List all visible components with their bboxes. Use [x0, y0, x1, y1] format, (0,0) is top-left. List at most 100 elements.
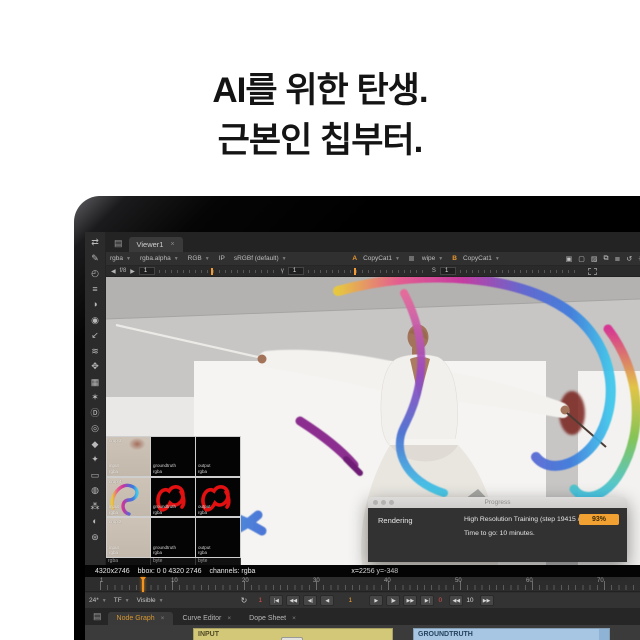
bottom-tab[interactable]: Dope Sheet × — [240, 612, 305, 625]
current-frame-field[interactable]: 1 — [344, 595, 356, 606]
monitor-out-icon[interactable]: ▣ — [566, 255, 573, 263]
input-a-dropdown[interactable]: A CopyCat1 ▼ — [352, 255, 400, 262]
channels-stack-icon[interactable]: ≣ — [614, 255, 620, 263]
tab-viewer1[interactable]: Viewer1 × — [129, 237, 183, 252]
timeline-ruler[interactable]: 110203040506070 — [85, 577, 640, 592]
out-frame-field[interactable]: 0 — [434, 595, 446, 606]
goto-end-button[interactable]: ▶| — [420, 595, 434, 606]
refresh-icon[interactable]: ↺ — [626, 255, 632, 263]
skip-fwd-button[interactable]: ▶▶ — [480, 595, 494, 606]
wipe-mode-dropdown[interactable]: wipe ▼ — [422, 255, 443, 262]
close-icon[interactable]: × — [170, 241, 174, 248]
channel-dropdown[interactable]: rgba ▼ — [110, 255, 131, 262]
gain-prev-button[interactable]: ◀ — [111, 268, 116, 275]
filter-icon[interactable]: ◉ — [88, 314, 103, 327]
node-graph-panel: INPUT GROUNDTRUTH — [85, 625, 640, 640]
chevron-down-icon: ▼ — [174, 256, 179, 262]
play-backward-button[interactable]: ◀ — [320, 595, 334, 606]
viewer-tab-bar: ▤ Viewer1 × — [106, 232, 640, 252]
ruler-label: 30 — [313, 578, 384, 584]
scatter-icon[interactable]: ⁂ — [88, 500, 103, 513]
chevron-down-icon: ▼ — [205, 256, 210, 262]
nuke-app-window: ⇄ ✎ ◴ ≡ ◑ ◉ ↙ ≋ ✥ ▦ — [85, 232, 640, 640]
fps-dropdown[interactable]: 24* ▼ — [89, 597, 107, 604]
backdrop-groundtruth[interactable]: GROUNDTRUTH — [413, 628, 610, 640]
extra-slider[interactable] — [460, 270, 580, 273]
panel-menu-icon[interactable]: ▤ — [93, 611, 102, 622]
channels-readout: channels: rgba — [210, 568, 256, 575]
next-keyframe-button[interactable]: ▶▶ — [403, 595, 417, 606]
loop-mode-icon[interactable]: ↻ — [241, 596, 248, 605]
bottom-tabs: Node Graph × Curve Editor × Dope Sheet × — [108, 612, 305, 625]
wipe-pattern-icon[interactable]: ▨ — [591, 255, 598, 263]
close-icon[interactable]: × — [161, 615, 165, 622]
gain-value-field[interactable]: 1 — [139, 267, 155, 275]
particles-icon[interactable]: ✶ — [88, 391, 103, 404]
monitor-cell: output rgba — [196, 477, 241, 518]
node-toolbar: ⇄ ✎ ◴ ≡ ◑ ◉ ↙ ≋ ✥ ▦ — [85, 232, 106, 565]
views-icon[interactable]: ◎ — [88, 422, 103, 435]
macbook: ⇄ ✎ ◴ ≡ ◑ ◉ ↙ ≋ ✥ ▦ — [74, 196, 640, 640]
input-b-dropdown[interactable]: B CopyCat1 ▼ — [452, 255, 500, 262]
step-back-button[interactable]: ◀| — [303, 595, 317, 606]
color-icon[interactable]: ◑ — [88, 298, 103, 311]
cursor-readout: x=2256 y=-348 — [351, 568, 398, 575]
deep-icon[interactable]: Ⓓ — [88, 407, 103, 420]
wipe-swatch[interactable] — [409, 256, 414, 261]
gain-fstop-label[interactable]: f/8 — [120, 268, 127, 274]
dialog-body: Rendering High Resolution Training (step… — [368, 508, 627, 562]
merge-icon[interactable]: ≋ — [88, 345, 103, 358]
keyer-icon[interactable]: ↙ — [88, 329, 103, 342]
copycat-monitor-grid: crop 3 input rgba — [106, 436, 241, 558]
channel-dropdown[interactable]: rgba.alpha ▼ — [140, 255, 179, 262]
channel-dropdown[interactable]: RGB ▼ — [188, 255, 210, 262]
float-window-icon[interactable]: ⧉ — [603, 255, 608, 263]
dialog-title: Progress — [368, 497, 627, 508]
toolsets-icon[interactable]: ✦ — [88, 453, 103, 466]
saturation-value-field[interactable]: 1 — [440, 267, 456, 275]
ruler-label: 50 — [455, 578, 526, 584]
goto-start-button[interactable]: |◀ — [269, 595, 283, 606]
chevron-down-icon: ▼ — [282, 256, 287, 262]
3d-icon[interactable]: ▦ — [88, 376, 103, 389]
close-icon[interactable]: × — [227, 615, 231, 622]
playhead[interactable] — [142, 577, 144, 592]
transform-icon[interactable]: ✥ — [88, 360, 103, 373]
image-read-icon[interactable]: ⇄ — [88, 236, 103, 249]
bottom-tab[interactable]: Node Graph × — [108, 612, 174, 625]
visibility-dropdown[interactable]: Visible ▼ — [137, 597, 164, 604]
timeline-mode-dropdown[interactable]: TF ▼ — [114, 597, 130, 604]
skip-back-button[interactable]: ◀◀ — [449, 595, 463, 606]
window-controls[interactable] — [373, 500, 394, 505]
channel-dropdown[interactable]: sRGBf (default) ▼ — [234, 255, 287, 262]
play-forward-button[interactable]: ▶ — [369, 595, 383, 606]
globe-icon[interactable]: ⊛ — [88, 531, 103, 544]
gain-slider[interactable] — [159, 270, 277, 273]
prev-keyframe-button[interactable]: ◀◀ — [286, 595, 300, 606]
gamma-slider[interactable] — [308, 270, 428, 273]
playback-bar: 24* ▼ TF ▼ Visible ▼ ↻ 1 |◀ — [85, 593, 640, 609]
other-icon[interactable]: ▭ — [88, 469, 103, 482]
time-icon[interactable]: ◴ — [88, 267, 103, 280]
channel-icon[interactable]: ≡ — [88, 283, 103, 296]
step-forward-button[interactable]: |▶ — [386, 595, 400, 606]
roi-rect-icon[interactable] — [588, 268, 597, 275]
bottom-tab[interactable]: Curve Editor × — [173, 612, 240, 625]
metadata-icon[interactable]: ◆ — [88, 438, 103, 451]
ruler-label: 40 — [384, 578, 455, 584]
sphere-icon[interactable]: ◐ — [88, 515, 103, 528]
frame-increment-field[interactable]: 10 — [466, 597, 473, 604]
in-frame-field[interactable]: 1 — [254, 595, 266, 606]
gain-next-button[interactable]: ▶ — [130, 268, 135, 275]
monitor-cell: groundtruth rgba — [151, 477, 196, 518]
gamma-value-field[interactable]: 1 — [288, 267, 304, 275]
draw-icon[interactable]: ✎ — [88, 252, 103, 265]
dialog-titlebar[interactable]: Progress — [368, 497, 627, 508]
monitor-cell: crop 3 input rgba — [107, 436, 151, 477]
panel-menu-icon[interactable]: ▤ — [114, 238, 123, 249]
render-icon[interactable]: ◍ — [88, 484, 103, 497]
chevron-down-icon: ▼ — [395, 256, 400, 262]
frame-rect-icon[interactable]: ▢ — [578, 255, 585, 263]
channel-dropdown[interactable]: IP ▼ — [219, 255, 225, 262]
close-icon[interactable]: × — [292, 615, 296, 622]
